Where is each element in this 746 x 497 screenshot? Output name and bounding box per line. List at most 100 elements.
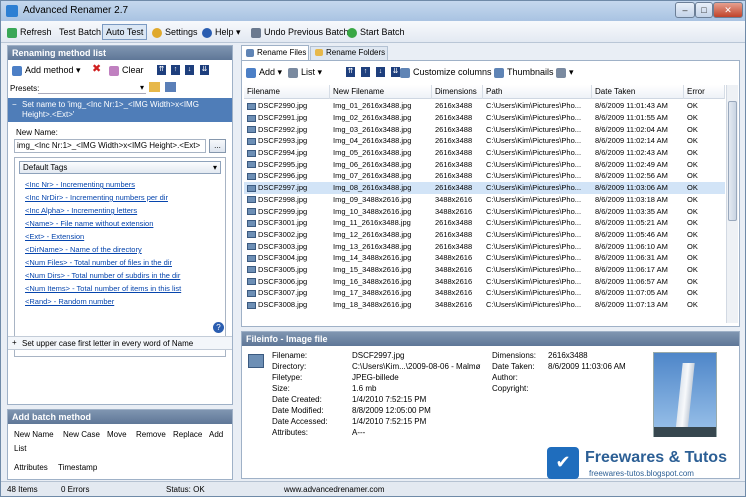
- table-row[interactable]: DSCF2992.jpg Img_03_2616x3488.jpg 2616x348…: [244, 123, 725, 135]
- help-icon[interactable]: ?: [213, 322, 224, 333]
- batch-new-case[interactable]: New Case: [63, 430, 100, 439]
- table-row[interactable]: DSCF2993.jpg Img_04_2616x3488.jpg 2616x348…: [244, 135, 725, 147]
- open-preset-icon[interactable]: [149, 82, 160, 92]
- tag-name[interactable]: <Name> - File name without extension: [25, 219, 153, 228]
- browse-tags-button[interactable]: ...: [209, 139, 226, 153]
- delete-method-icon[interactable]: ✖: [92, 64, 102, 75]
- move-up-button[interactable]: ↑: [171, 65, 180, 75]
- tag-num-items[interactable]: <Num Items> - Total number of items in t…: [25, 284, 181, 293]
- settings-icon: [152, 27, 162, 38]
- table-cell: 8/6/2009 11:06:31 AM: [592, 252, 684, 264]
- batch-move[interactable]: Move: [107, 430, 127, 439]
- table-cell: OK: [684, 205, 725, 217]
- table-row[interactable]: DSCF2991.jpg Img_02_2616x3488.jpg 2616x348…: [244, 112, 725, 124]
- cell-text: 8/6/2009 11:06:10 AM: [595, 241, 668, 251]
- clear-button[interactable]: Clear: [109, 62, 144, 78]
- tag-num-files[interactable]: <Num Files> - Total number of files in t…: [25, 258, 172, 267]
- table-cell: C:\Users\Kim\Pictures\Pho...: [483, 100, 592, 112]
- col-path[interactable]: Path: [483, 85, 592, 99]
- maximize-button[interactable]: □: [695, 2, 713, 18]
- tag-inc-alpha[interactable]: <Inc Alpha> - Incrementing letters: [25, 206, 137, 215]
- table-row[interactable]: DSCF3005.jpg Img_15_3488x2616.jpg 3488x261…: [244, 264, 725, 276]
- col-error[interactable]: Error: [684, 85, 725, 99]
- table-row[interactable]: DSCF2996.jpg Img_07_2616x3488.jpg 2616x348…: [244, 170, 725, 182]
- minimize-button[interactable]: –: [675, 2, 695, 18]
- table-cell: 3488x2616: [432, 287, 483, 299]
- test-batch-button[interactable]: Test Batch: [59, 24, 101, 40]
- table-row[interactable]: DSCF2990.jpg Img_01_2616x3488.jpg 2616x348…: [244, 100, 725, 112]
- method-item-new-name[interactable]: − Set name to 'img_<Inc Nr:1>_<IMG Width…: [8, 98, 232, 122]
- batch-new-name[interactable]: New Name: [14, 430, 54, 439]
- tab-rename-folders[interactable]: Rename Folders: [310, 46, 388, 60]
- col-dimensions[interactable]: Dimensions: [432, 85, 483, 99]
- table-row[interactable]: DSCF2998.jpg Img_09_3488x2616.jpg 3488x261…: [244, 194, 725, 206]
- table-row[interactable]: DSCF3007.jpg Img_17_3488x2616.jpg 3488x261…: [244, 287, 725, 299]
- table-cell: DSCF2994.jpg: [244, 147, 330, 159]
- help-button[interactable]: Help ▾: [202, 24, 241, 40]
- tag-inc-nr[interactable]: <Inc Nr> - Incrementing numbers: [25, 180, 135, 189]
- close-button[interactable]: ✕: [713, 2, 743, 18]
- tag-inc-nrdir[interactable]: <Inc NrDir> - Incrementing numbers per d…: [25, 193, 168, 202]
- refresh-button[interactable]: Refresh: [7, 24, 52, 40]
- table-row[interactable]: DSCF3002.jpg Img_12_2616x3488.jpg 2616x348…: [244, 229, 725, 241]
- auto-test-toggle[interactable]: Auto Test: [102, 24, 148, 40]
- tag-num-dirs[interactable]: <Num Dirs> - Total number of subdirs in …: [25, 271, 180, 280]
- batch-attributes[interactable]: Attributes: [14, 463, 48, 472]
- table-row[interactable]: DSCF2999.jpg Img_10_3488x2616.jpg 3488x261…: [244, 205, 725, 217]
- file-move-bottom-button[interactable]: ⇊: [391, 67, 400, 77]
- table-row[interactable]: DSCF2997.jpg Img_08_2616x3488.jpg 2616x348…: [244, 181, 725, 194]
- tag-ext[interactable]: <Ext> - Extension: [25, 232, 84, 241]
- cell-text: OK: [687, 288, 698, 298]
- batch-add[interactable]: Add: [209, 430, 223, 439]
- scrollbar-thumb[interactable]: [728, 101, 737, 221]
- table-row[interactable]: DSCF3008.jpg Img_18_3488x2616.jpg 3488x261…: [244, 299, 725, 311]
- table-row[interactable]: DSCF3001.jpg Img_11_2616x3488.jpg 2616x348…: [244, 217, 725, 229]
- cell-text: DSCF3003.jpg: [258, 241, 308, 251]
- save-preset-icon[interactable]: [165, 82, 176, 92]
- table-row[interactable]: DSCF3006.jpg Img_16_3488x2616.jpg 3488x261…: [244, 275, 725, 287]
- batch-remove[interactable]: Remove: [136, 430, 166, 439]
- col-new-filename[interactable]: New Filename: [330, 85, 432, 99]
- batch-list[interactable]: List: [14, 444, 26, 453]
- file-move-down-button[interactable]: ↓: [376, 67, 385, 77]
- main-toolbar: Refresh Test Batch Auto Test Settings He…: [1, 21, 745, 43]
- undo-batch-button[interactable]: Undo Previous Batch: [251, 24, 349, 40]
- col-date-taken[interactable]: Date Taken: [592, 85, 684, 99]
- table-row[interactable]: DSCF2995.jpg Img_06_2616x3488.jpg 2616x348…: [244, 158, 725, 170]
- cell-text: 3488x2616: [435, 206, 473, 216]
- method-item-new-case[interactable]: + Set upper case first letter in every w…: [8, 336, 232, 350]
- cell-text: Img_13_2616x3488.jpg: [333, 241, 412, 251]
- batch-replace[interactable]: Replace: [173, 430, 202, 439]
- grid-scrollbar[interactable]: [726, 85, 738, 323]
- move-top-button[interactable]: ⇈: [157, 65, 166, 75]
- table-row[interactable]: DSCF3004.jpg Img_14_3488x2616.jpg 3488x261…: [244, 252, 725, 264]
- batch-timestamp[interactable]: Timestamp: [58, 463, 97, 472]
- table-cell: Img_06_2616x3488.jpg: [330, 158, 432, 170]
- move-down-button[interactable]: ↓: [185, 65, 194, 75]
- file-move-up-button[interactable]: ↑: [361, 67, 370, 77]
- new-name-input[interactable]: img_<Inc Nr:1>_<IMG Width>x<IMG Height>.…: [14, 139, 206, 153]
- view-mode-dropdown[interactable]: ▾: [556, 64, 574, 80]
- start-batch-button[interactable]: Start Batch: [347, 24, 405, 40]
- thumbnails-button[interactable]: Thumbnails: [494, 64, 554, 80]
- table-cell: 3488x2616: [432, 194, 483, 206]
- add-files-button[interactable]: Add ▾: [246, 64, 282, 80]
- tab-rename-files[interactable]: Rename Files: [241, 45, 309, 60]
- move-bottom-button[interactable]: ⇊: [200, 65, 209, 75]
- add-method-button[interactable]: Add method ▾: [12, 62, 81, 78]
- status-url[interactable]: www.advancedrenamer.com: [284, 485, 385, 494]
- label-directory: Directory:: [272, 362, 307, 371]
- table-cell: 8/6/2009 11:02:43 AM: [592, 147, 684, 159]
- tags-dropdown[interactable]: Default Tags ▾: [19, 161, 221, 174]
- tag-rand[interactable]: <Rand> - Random number: [25, 297, 114, 306]
- table-row[interactable]: DSCF3003.jpg Img_13_2616x3488.jpg 2616x348…: [244, 240, 725, 252]
- table-cell: 8/6/2009 11:07:05 AM: [592, 287, 684, 299]
- presets-dropdown[interactable]: ▾: [38, 82, 146, 94]
- list-button[interactable]: List ▾: [288, 64, 322, 80]
- col-filename[interactable]: Filename: [244, 85, 330, 99]
- table-row[interactable]: DSCF2994.jpg Img_05_2616x3488.jpg 2616x348…: [244, 147, 725, 159]
- tag-dirname[interactable]: <DirName> - Name of the directory: [25, 245, 142, 254]
- settings-button[interactable]: Settings: [152, 24, 198, 40]
- file-move-top-button[interactable]: ⇈: [346, 67, 355, 77]
- customize-columns-button[interactable]: Customize columns: [400, 64, 492, 80]
